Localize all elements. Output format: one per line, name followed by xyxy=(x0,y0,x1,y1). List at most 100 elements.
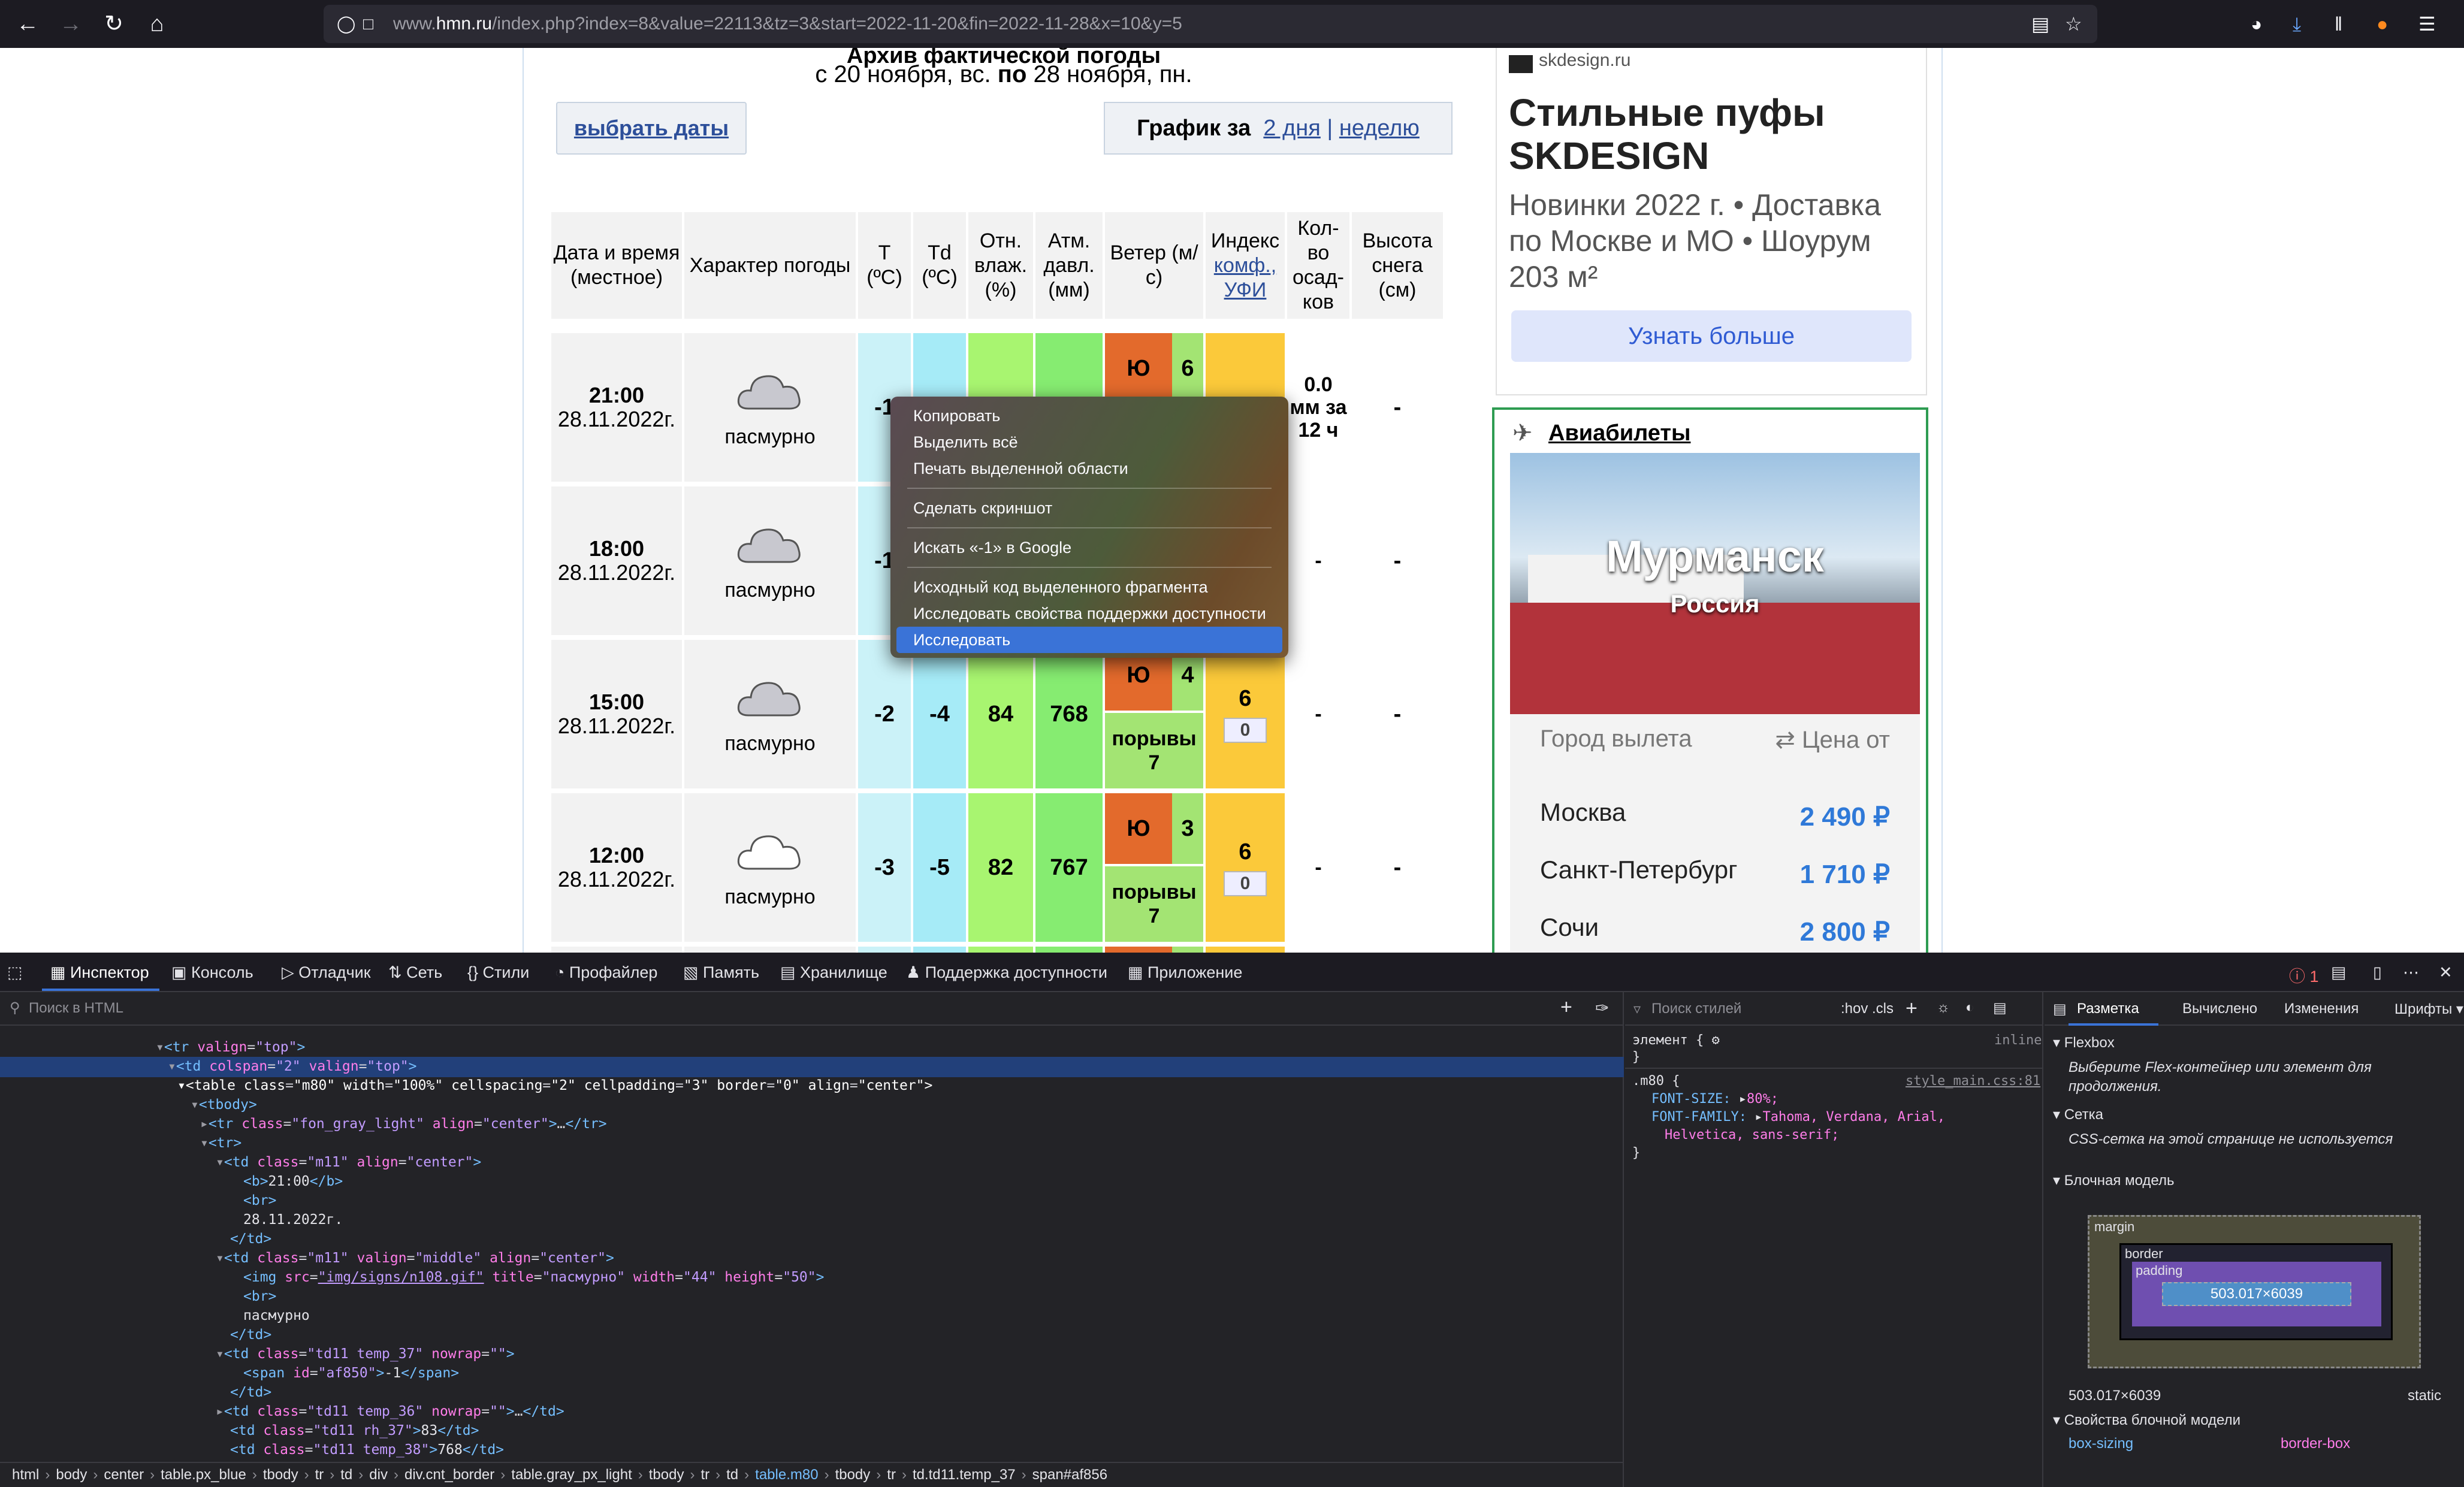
bookmark-star-icon[interactable]: ☆ xyxy=(2065,12,2082,36)
breadcrumb-item[interactable]: tbody xyxy=(649,1467,684,1483)
html-tree-node[interactable]: ▾<td class="m11" valign="middle" align="… xyxy=(216,1249,614,1268)
flights-title[interactable]: Авиабилеты xyxy=(1548,421,1690,446)
ctx-view-selection-source[interactable]: Исходный код выделенного фрагмента xyxy=(896,574,1282,600)
menu-icon[interactable]: ☰ xyxy=(2418,12,2436,36)
breadcrumb-item[interactable]: tr xyxy=(315,1467,324,1483)
library-icon[interactable]: ‖ xyxy=(2335,12,2342,36)
ctx-copy[interactable]: Копировать xyxy=(896,403,1282,429)
box-model-section-header[interactable]: ▾ Блочная модель xyxy=(2053,1172,2174,1189)
box-model-border[interactable]: border padding 503.017×6039 xyxy=(2119,1243,2393,1340)
url-bar[interactable]: ◯ □ www.hmn.ru/index.php?index=8&value=2… xyxy=(324,5,2097,43)
html-tree-node[interactable]: <td class="td11 temp_38">768</td> xyxy=(230,1440,504,1459)
url-text[interactable]: www.hmn.ru/index.php?index=8&value=22113… xyxy=(393,14,1182,34)
html-tree-node[interactable]: ▾<tr valign="top"> xyxy=(156,1038,305,1057)
responsive-mode-icon[interactable]: ▯ xyxy=(2373,963,2382,982)
graph-2days-link[interactable]: 2 дня xyxy=(1263,116,1320,141)
furniture-ad[interactable]: skdesign.ru Стильные пуфы SKDESIGN Новин… xyxy=(1496,48,1927,395)
rule-source-link[interactable]: style_main.css:81 xyxy=(1906,1074,2040,1089)
ctx-inspect[interactable]: Исследовать xyxy=(896,627,1282,653)
css-property[interactable]: FONT-FAMILY: ▸Tahoma, Verdana, Arial, xyxy=(1651,1110,1945,1125)
breadcrumb-item[interactable]: body xyxy=(56,1467,87,1483)
html-tree-node[interactable]: ▾<tr> xyxy=(200,1134,241,1153)
ctx-select-all[interactable]: Выделить всё xyxy=(896,429,1282,455)
tab-changes[interactable]: Изменения xyxy=(2284,1001,2359,1017)
route-price[interactable]: 2 490 ₽ xyxy=(1800,802,1890,832)
error-count-badge[interactable]: ⓘ 1 xyxy=(2289,963,2319,987)
box-model-margin[interactable]: margin border padding 503.017×6039 xyxy=(2088,1215,2421,1368)
css-property[interactable]: FONT-SIZE: ▸80%; xyxy=(1651,1092,1778,1107)
reader-view-icon[interactable]: ▤ xyxy=(2031,12,2049,36)
breadcrumb-item[interactable]: html xyxy=(12,1467,39,1483)
pick-element-icon[interactable]: ⬚ xyxy=(7,963,23,982)
breadcrumb-item[interactable]: tr xyxy=(700,1467,709,1483)
cell-temperature[interactable] xyxy=(858,947,911,953)
breadcrumb-item[interactable]: td.td11.temp_37 xyxy=(913,1467,1016,1483)
html-tree-node[interactable]: </td> xyxy=(230,1325,271,1344)
forward-icon[interactable]: → xyxy=(55,8,86,40)
ctx-print-selection[interactable]: Печать выделенной области xyxy=(896,455,1282,482)
box-model-padding[interactable]: padding 503.017×6039 xyxy=(2132,1262,2381,1326)
route-price[interactable]: 2 800 ₽ xyxy=(1800,917,1890,947)
shield-icon[interactable]: ◯ xyxy=(337,12,355,36)
tab-memory[interactable]: ▧ Память xyxy=(683,963,759,982)
learn-more-button[interactable]: Узнать больше xyxy=(1511,310,1912,362)
ufi-link[interactable]: УФИ xyxy=(1224,278,1267,303)
html-tree-node[interactable]: ▸<tr class="fon_gray_light" align="cente… xyxy=(200,1114,607,1134)
back-icon[interactable]: ← xyxy=(12,8,43,40)
ctx-search-google[interactable]: Искать «-1» в Google xyxy=(896,534,1282,561)
breadcrumb-item[interactable]: td xyxy=(726,1467,738,1483)
breadcrumb-item[interactable]: tbody xyxy=(835,1467,871,1483)
breadcrumb-item[interactable]: tr xyxy=(887,1467,896,1483)
tab-debugger[interactable]: ▷ Отладчик xyxy=(282,963,371,982)
html-tree-node[interactable]: ▾<td class="m11" align="center"> xyxy=(216,1153,481,1172)
tab-styles[interactable]: {} Стили xyxy=(467,963,529,982)
html-tree-node[interactable]: 28.11.2022г. xyxy=(243,1210,343,1229)
box-model-content[interactable]: 503.017×6039 xyxy=(2162,1282,2351,1306)
swap-icon[interactable]: ⇄ xyxy=(1775,727,1795,753)
ctx-screenshot[interactable]: Сделать скриншот xyxy=(896,495,1282,521)
html-tree-node[interactable]: <td class="td11 rh_37">83</td> xyxy=(230,1421,479,1440)
ad-title[interactable]: Стильные пуфы SKDESIGN xyxy=(1509,91,1898,177)
destination-photo[interactable]: Мурманск Россия xyxy=(1510,453,1920,714)
graph-week-link[interactable]: неделю xyxy=(1339,116,1420,141)
class-toggle[interactable]: .cls xyxy=(1872,1001,1894,1017)
download-icon[interactable]: ⤓ xyxy=(2293,12,2301,36)
tab-fonts[interactable]: Шрифты ▾ xyxy=(2394,1001,2463,1018)
route-city[interactable]: Санкт-Петербург xyxy=(1540,856,1737,884)
html-tree-node[interactable]: <b>21:00</b> xyxy=(243,1172,343,1191)
comfort-link[interactable]: комф., xyxy=(1214,253,1276,278)
html-tree-node[interactable]: ▾<table class="m80" width="100%" cellspa… xyxy=(177,1076,932,1095)
html-tree-node[interactable]: <br> xyxy=(243,1287,276,1306)
print-media-icon[interactable]: ▤ xyxy=(1993,999,2007,1017)
tab-accessibility[interactable]: ♟ Поддержка доступности xyxy=(906,963,1107,982)
light-mode-icon[interactable]: ☼ xyxy=(1937,999,1950,1016)
html-tree-node[interactable]: ▾<td class="td11 temp_37" nowrap=""> xyxy=(216,1344,515,1364)
breadcrumb-item[interactable]: table.px_blue xyxy=(161,1467,246,1483)
breadcrumb-item[interactable]: div.cnt_border xyxy=(404,1467,494,1483)
breadcrumb-item[interactable]: table.m80 xyxy=(755,1467,818,1483)
styles-search-input[interactable]: Поиск стилей xyxy=(1651,1001,1741,1017)
reload-icon[interactable]: ↻ xyxy=(98,8,129,40)
html-tree-node[interactable]: ▾<tbody> xyxy=(191,1095,257,1114)
cell-temperature[interactable]: -2 xyxy=(858,640,911,788)
home-icon[interactable]: ⌂ xyxy=(141,8,173,40)
breadcrumb-item[interactable]: center xyxy=(104,1467,144,1483)
firefox-account-icon[interactable]: ● xyxy=(2377,12,2388,36)
breadcrumb-item[interactable]: span#af856 xyxy=(1032,1467,1107,1483)
breadcrumb-item[interactable]: tbody xyxy=(263,1467,298,1483)
tab-layout[interactable]: Разметка xyxy=(2077,1001,2139,1017)
sidebar-toggle-icon[interactable]: ▤ xyxy=(2053,1001,2067,1018)
element-rule[interactable]: элемент { ⚙ xyxy=(1632,1033,1720,1048)
tab-console[interactable]: ▣ Консоль xyxy=(171,963,253,982)
grid-section-header[interactable]: ▾ Сетка xyxy=(2053,1106,2103,1123)
dark-mode-icon[interactable]: ◐ xyxy=(1965,999,1974,1016)
add-node-icon[interactable]: + xyxy=(1560,996,1572,1019)
html-tree-node[interactable]: </td> xyxy=(230,1383,271,1402)
html-tree-node[interactable]: <br> xyxy=(243,1191,276,1210)
html-tree-node[interactable]: ▸<td class="td11 temp_36" nowrap="">…</t… xyxy=(216,1402,564,1421)
box-sizing-value[interactable]: border-box xyxy=(2281,1435,2350,1452)
breadcrumb-item[interactable]: table.gray_px_light xyxy=(511,1467,632,1483)
html-tree-node[interactable]: пасмурно xyxy=(243,1306,310,1325)
ctx-inspect-accessibility[interactable]: Исследовать свойства поддержки доступнос… xyxy=(896,600,1282,627)
hover-state-toggle[interactable]: :hov xyxy=(1841,1001,1868,1017)
